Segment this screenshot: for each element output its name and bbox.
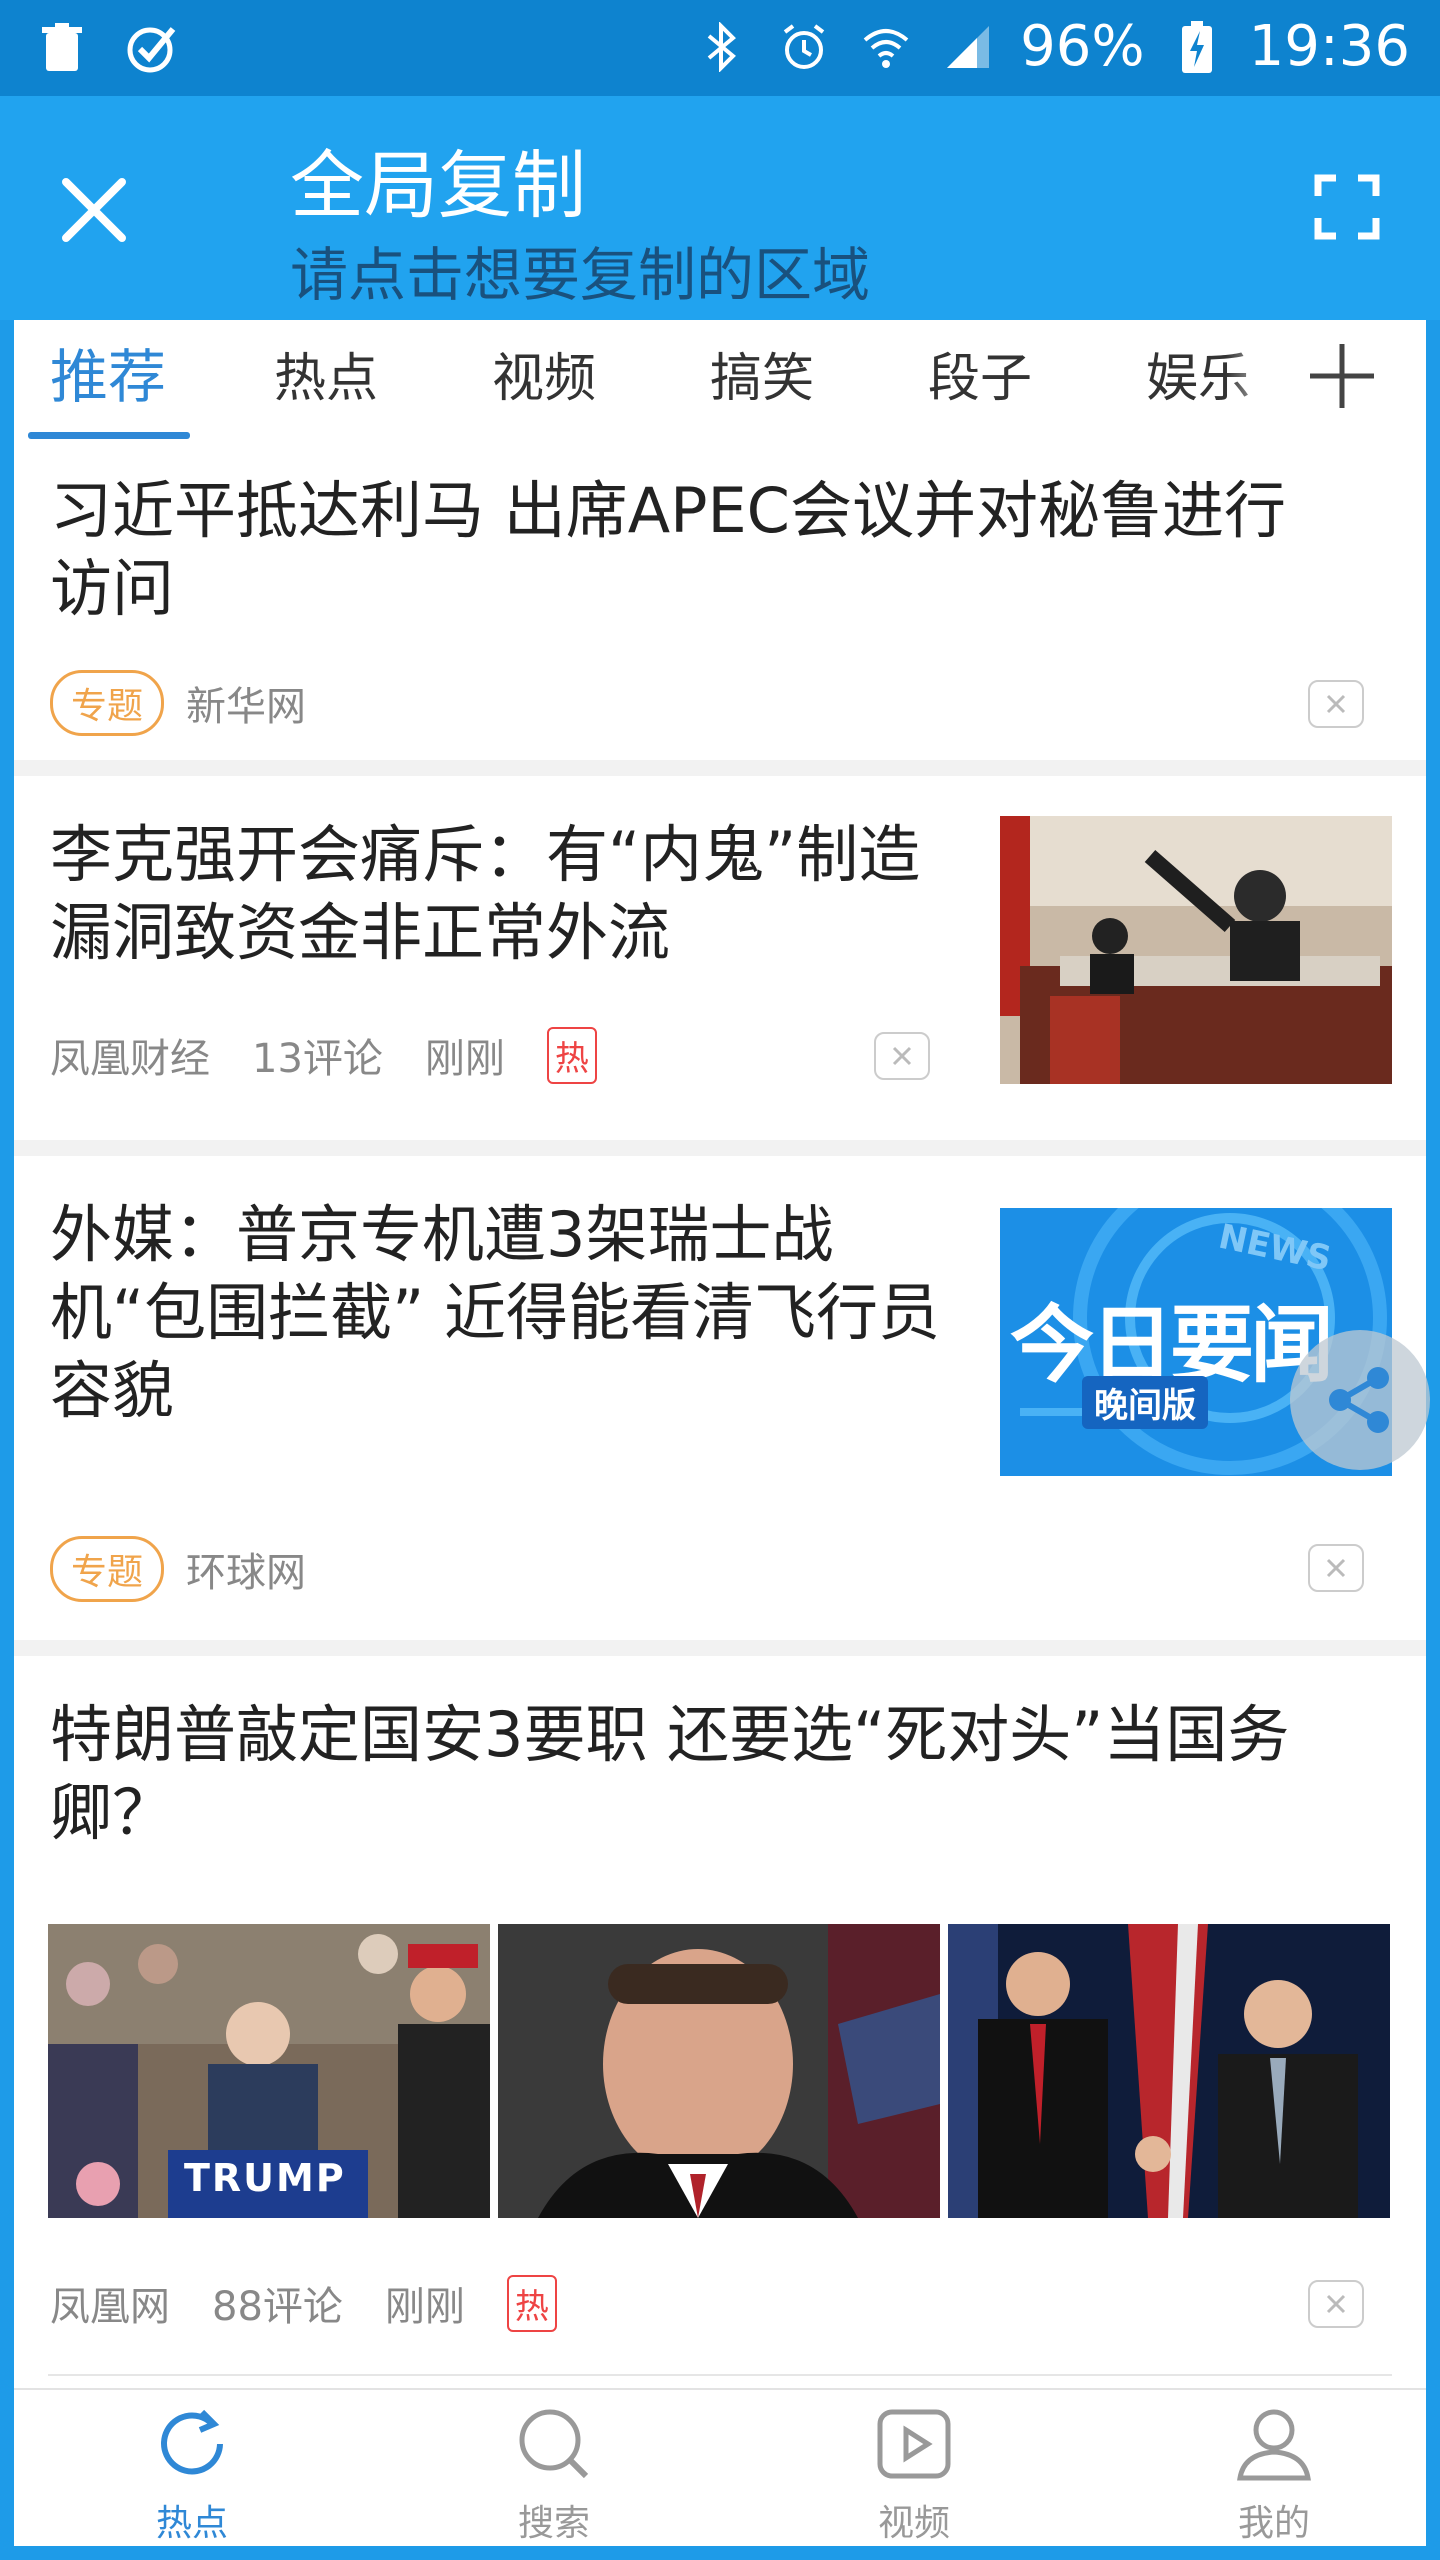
tab-video[interactable]: 视频 [492,336,596,411]
video-play-icon [877,2409,951,2479]
plus-icon [1310,344,1374,408]
article-title: 习近平抵达利马 出席APEC会议并对秘鲁进行 访问 [50,474,1286,625]
dismiss-button[interactable] [874,1032,930,1080]
search-icon [519,2409,589,2479]
global-copy-header: 全局复制 请点击想要复制的区域 [0,96,1440,320]
close-button[interactable] [56,172,132,248]
tab-jokes[interactable]: 段子 [928,336,1032,411]
check-circle-icon [122,18,182,78]
dismiss-button[interactable] [1308,1544,1364,1592]
fullscreen-button[interactable] [1314,174,1380,240]
user-icon [1237,2409,1311,2481]
time-label: 刚刚 [424,1036,505,1082]
share-button[interactable] [1290,1330,1430,1470]
article-photo-2 [498,1924,940,2218]
hot-badge: 热 [506,2274,557,2332]
active-tab-indicator [28,432,190,439]
article-title: 外媒：普京专机遭3架瑞士战 机“包围拦截” 近得能看清飞行员 容貌 [50,1198,940,1427]
nav-search[interactable]: 搜索 [454,2404,654,2546]
article-title: 特朗普敲定国安3要职 还要选“死对头”当国务 卿？ [50,1698,1290,1849]
hot-badge: 热 [546,1026,597,1084]
tab-recommend[interactable]: 推荐 [50,330,166,414]
close-icon [1326,1558,1346,1578]
share-icon [1329,1367,1389,1433]
topic-tag: 专题 [50,670,165,736]
refresh-icon [161,2409,223,2475]
overlay-subtitle: 请点击想要复制的区域 [290,241,871,309]
article-photo-3 [948,1924,1390,2218]
photo-sign-text: TRUMP [184,2156,346,2200]
article-photo-1: TRUMP [48,1924,490,2218]
add-channel-button[interactable] [1302,336,1382,416]
dismiss-button[interactable] [1308,680,1364,728]
news-feed[interactable]: 推荐 热点 视频 搞笑 段子 娱乐 习近平抵达利马 出席APEC会议并对秘鲁进行… [14,320,1426,2546]
thumb-subtitle: 晚间版 [1082,1376,1208,1429]
time-label: 刚刚 [384,2284,465,2330]
overlay-title: 全局复制 [290,143,586,229]
article-card-3[interactable]: 外媒：普京专机遭3架瑞士战 机“包围拦截” 近得能看清飞行员 容貌 专题 环球网… [14,1156,1426,1640]
article-meta: 凤凰财经 13评论 刚刚 热 [50,1026,639,1084]
status-bar: 96% 19:36 [0,0,1440,96]
article-meta: 凤凰网 88评论 刚刚 热 [50,2274,599,2332]
divider [48,2374,1392,2376]
article-title: 李克强开会痛斥：有“内鬼”制造 漏洞致资金非正常外流 [50,818,921,969]
article-card-4[interactable]: 特朗普敲定国安3要职 还要选“死对头”当国务 卿？ TRUMP 凤凰网 88评论… [14,1656,1426,2388]
source-label: 凤凰网 [50,2284,170,2330]
close-icon [892,1046,912,1066]
battery-percent: 96% [1020,14,1145,79]
wifi-icon [856,17,916,77]
trash-icon [32,18,92,78]
nav-video[interactable]: 视频 [814,2404,1014,2546]
close-icon [1326,2294,1346,2314]
channel-tabs: 推荐 热点 视频 搞笑 段子 娱乐 [14,320,1426,440]
article-meta: 专题 环球网 [50,1536,348,1602]
bottom-navigation: 热点 搜索 视频 我的 [14,2388,1426,2546]
comment-count: 13评论 [252,1036,383,1082]
article-card-2[interactable]: 李克强开会痛斥：有“内鬼”制造 漏洞致资金非正常外流 凤凰财经 13评论 刚刚 … [14,776,1426,1140]
signal-icon [938,17,998,77]
nav-me[interactable]: 我的 [1174,2404,1374,2546]
fullscreen-icon [1314,174,1380,240]
source-label: 环球网 [186,1550,307,1596]
tab-funny[interactable]: 搞笑 [710,336,814,411]
source-label: 凤凰财经 [50,1036,210,1082]
article-card-1[interactable]: 习近平抵达利马 出席APEC会议并对秘鲁进行 访问 专题 新华网 [14,440,1426,760]
close-icon [1326,694,1346,714]
bluetooth-icon [692,17,752,77]
comment-count: 88评论 [212,2284,343,2330]
topic-tag: 专题 [50,1536,165,1602]
article-thumbnail [1000,816,1392,1084]
nav-hot[interactable]: 热点 [92,2404,292,2546]
article-meta: 专题 新华网 [50,670,348,736]
close-icon [62,178,126,242]
battery-charging-icon [1167,17,1227,77]
tabs-fade [1226,320,1286,432]
tab-hot[interactable]: 热点 [274,336,378,411]
clock: 19:36 [1248,14,1410,79]
dismiss-button[interactable] [1308,2280,1364,2328]
source-label: 新华网 [186,684,307,730]
alarm-icon [774,17,834,77]
